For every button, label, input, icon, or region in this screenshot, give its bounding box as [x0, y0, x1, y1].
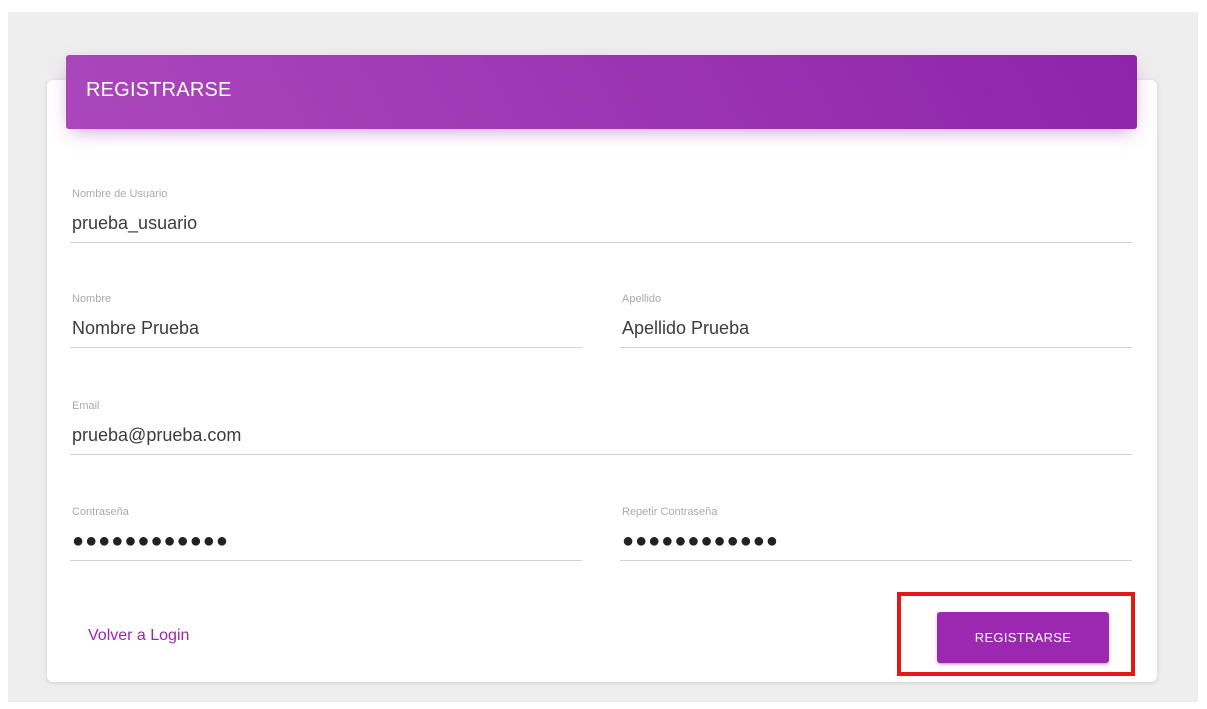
card-header: REGISTRARSE [66, 55, 1137, 129]
username-field: Nombre de Usuario [70, 180, 1132, 243]
email-label: Email [72, 400, 100, 412]
password-input[interactable] [70, 528, 582, 554]
first-name-field: Nombre [70, 285, 582, 348]
last-name-label: Apellido [622, 293, 662, 305]
repeat-password-input[interactable] [620, 528, 1132, 554]
register-card [47, 80, 1157, 682]
repeat-password-field: Repetir Contraseña [620, 498, 1132, 561]
card-title: REGISTRARSE [86, 79, 232, 101]
email-field: Email [70, 392, 1132, 455]
register-button[interactable]: REGISTRARSE [937, 612, 1109, 663]
repeat-password-label: Repetir Contraseña [622, 506, 718, 518]
password-field: Contraseña [70, 498, 582, 561]
username-input[interactable] [70, 210, 1132, 236]
email-input[interactable] [70, 422, 1132, 448]
first-name-input[interactable] [70, 315, 582, 341]
last-name-input[interactable] [620, 315, 1132, 341]
back-to-login-link[interactable]: Volver a Login [88, 627, 189, 645]
last-name-field: Apellido [620, 285, 1132, 348]
password-label: Contraseña [72, 506, 129, 518]
username-label: Nombre de Usuario [72, 188, 168, 200]
first-name-label: Nombre [72, 293, 112, 305]
